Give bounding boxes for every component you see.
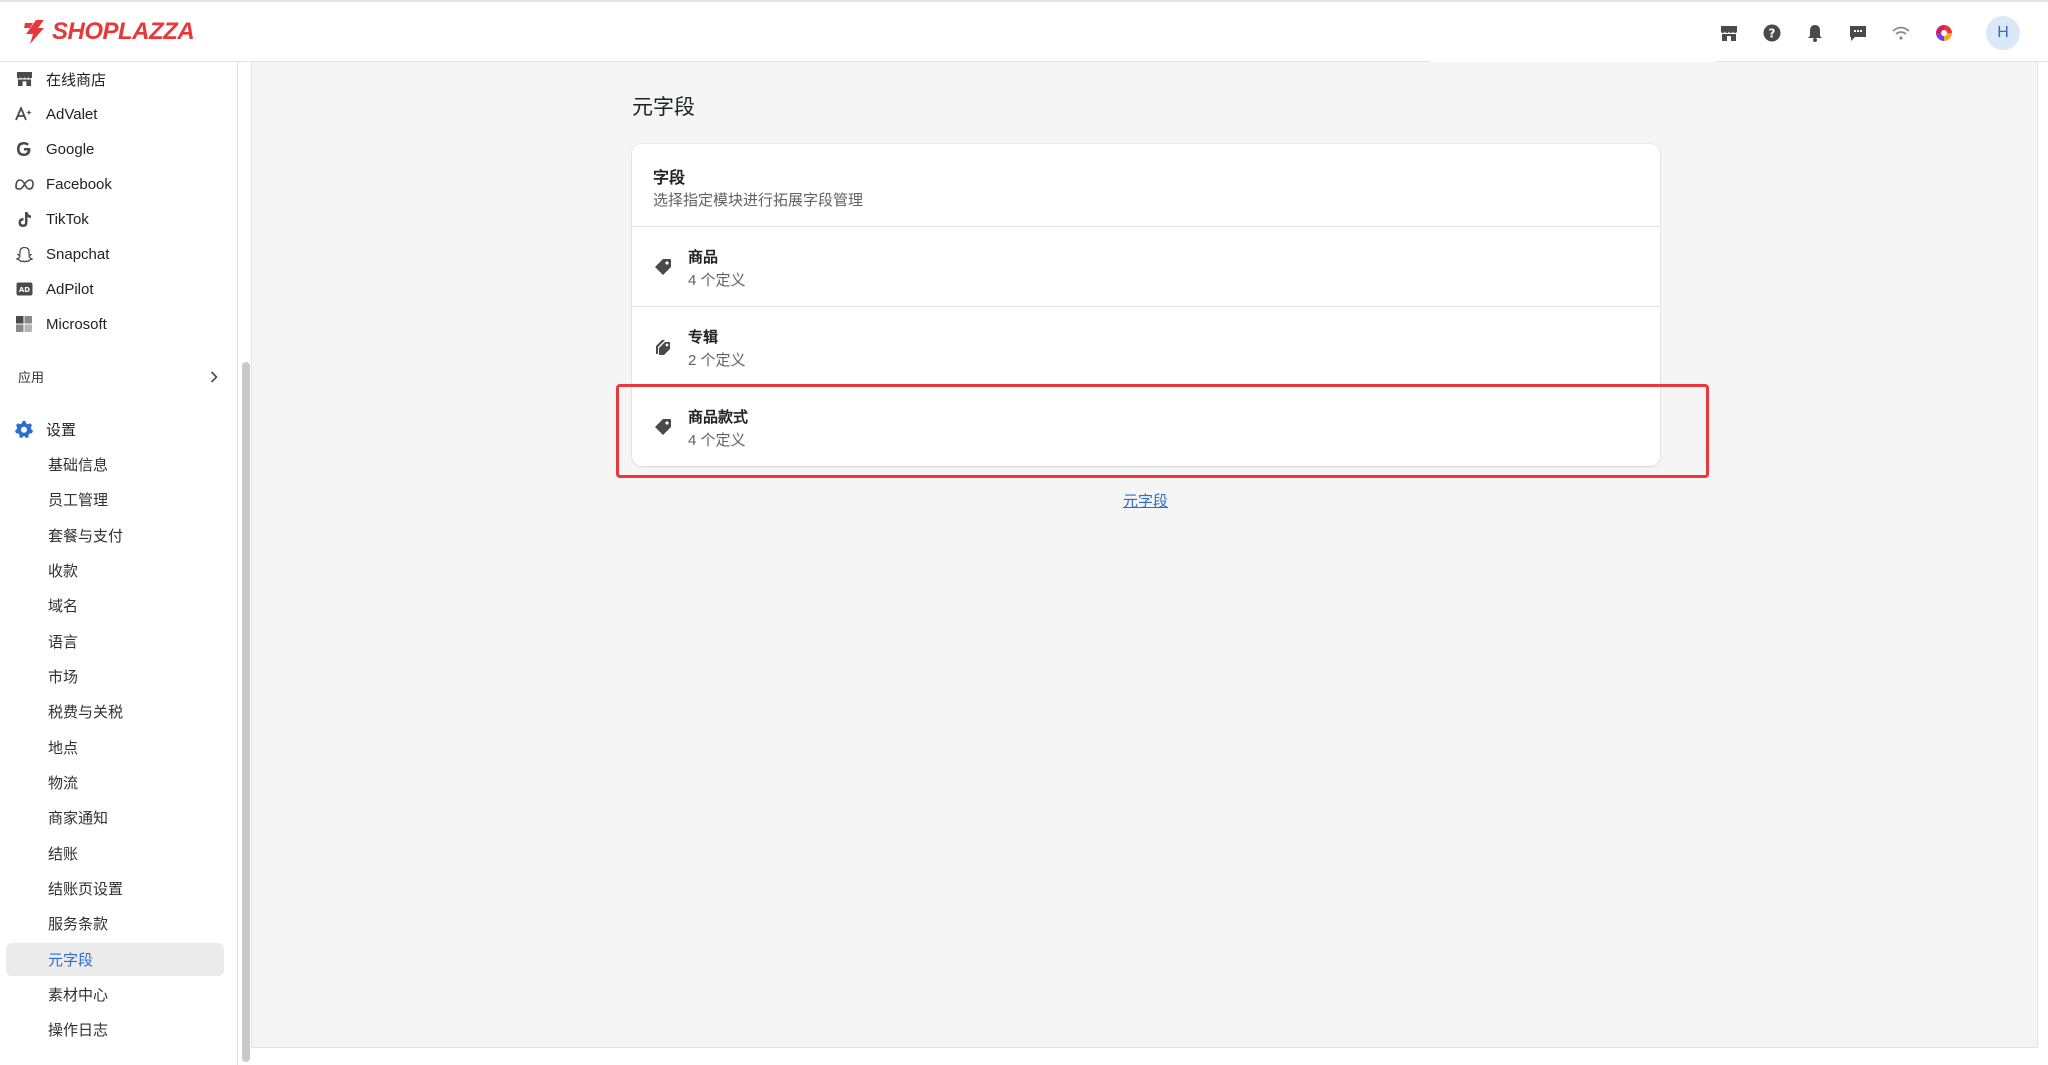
- settings-item-plan-billing[interactable]: 套餐与支付: [48, 525, 123, 546]
- settings-item-metafields[interactable]: 元字段: [48, 949, 93, 970]
- page-title: 元字段: [632, 96, 695, 119]
- settings-item-checkout-page[interactable]: 结账页设置: [48, 878, 123, 899]
- sidebar-item-label: Snapchat: [46, 245, 110, 263]
- tag-icon: [655, 259, 671, 275]
- settings-item-languages[interactable]: 语言: [48, 631, 78, 652]
- snapchat-icon: [14, 244, 34, 264]
- settings-item-taxes[interactable]: 税费与关税: [48, 701, 123, 722]
- sidebar-item-label: TikTok: [46, 210, 89, 228]
- settings-item-policies[interactable]: 服务条款: [48, 913, 108, 934]
- brand-logo[interactable]: SHOPLAZZA: [22, 18, 195, 46]
- sidebar-item-label: Microsoft: [46, 315, 107, 333]
- settings-item-staff[interactable]: 员工管理: [48, 489, 108, 510]
- settings-item-activity-log[interactable]: 操作日志: [48, 1019, 108, 1040]
- sidebar-item-adpilot[interactable]: AD AdPilot: [14, 276, 94, 302]
- top-bar-blank: [1430, 2, 1715, 64]
- wifi-icon[interactable]: [1890, 22, 1912, 44]
- sidebar-item-google[interactable]: Google: [14, 136, 94, 162]
- google-icon: [14, 139, 34, 159]
- row-title: 专辑: [688, 329, 719, 346]
- sidebar-item-label: 设置: [46, 421, 77, 439]
- top-bar-actions: ? H: [1718, 16, 2020, 50]
- brand-name: SHOPLAZZA: [52, 18, 195, 45]
- sidebar-item-tiktok[interactable]: TikTok: [14, 206, 89, 232]
- settings-item-checkout[interactable]: 结账: [48, 843, 78, 864]
- settings-item-notifications[interactable]: 商家通知: [48, 807, 108, 828]
- sidebar-item-facebook[interactable]: Facebook: [14, 171, 112, 197]
- metafield-row-products[interactable]: 商品 4 个定义: [632, 227, 1660, 307]
- settings-item-locations[interactable]: 地点: [48, 737, 78, 758]
- help-icon[interactable]: ?: [1761, 22, 1783, 44]
- apps-label: 应用: [18, 370, 45, 385]
- shoplazza-logo-icon: [24, 20, 44, 44]
- card-header: 字段 选择指定模块进行拓展字段管理: [632, 144, 1660, 227]
- sidebar-item-microsoft[interactable]: Microsoft: [14, 311, 107, 337]
- sidebar-item-settings[interactable]: 设置: [14, 416, 76, 442]
- sidebar-item-snapchat[interactable]: Snapchat: [14, 241, 109, 267]
- meta-icon: [14, 174, 34, 194]
- chat-icon[interactable]: [1847, 22, 1869, 44]
- sidebar-item-online-store[interactable]: 在线商店: [14, 66, 106, 92]
- color-wheel-icon[interactable]: [1933, 22, 1955, 44]
- sidebar-item-label: Facebook: [46, 175, 112, 193]
- highlight-box: [616, 384, 1709, 478]
- sidebar-item-label: AdValet: [46, 105, 98, 123]
- adpilot-icon: AD: [14, 279, 34, 299]
- store-icon[interactable]: [1718, 22, 1740, 44]
- settings-item-files[interactable]: 素材中心: [48, 984, 108, 1005]
- chevron-right-icon: [210, 370, 218, 383]
- settings-item-basic-info[interactable]: 基础信息: [48, 454, 108, 475]
- row-definition-count: 4 个定义: [688, 272, 746, 289]
- sidebar-item-label: AdPilot: [46, 280, 94, 298]
- sidebar-scrollbar[interactable]: [242, 362, 250, 1062]
- advalet-icon: [14, 104, 34, 124]
- card-subtitle: 选择指定模块进行拓展字段管理: [653, 192, 864, 209]
- sidebar-active-highlight: [6, 943, 224, 976]
- settings-item-markets[interactable]: 市场: [48, 666, 78, 687]
- settings-item-payments[interactable]: 收款: [48, 560, 78, 581]
- collection-tag-icon: [656, 340, 670, 355]
- gear-icon: [14, 419, 34, 439]
- sidebar-item-label: Google: [46, 140, 95, 158]
- settings-item-shipping[interactable]: 物流: [48, 772, 78, 793]
- microsoft-icon: [14, 314, 34, 334]
- metafields-help-link[interactable]: 元字段: [1123, 490, 1168, 511]
- svg-text:AD: AD: [18, 286, 29, 294]
- sidebar-item-advalet[interactable]: AdValet: [14, 101, 97, 127]
- svg-text:?: ?: [1769, 27, 1776, 41]
- row-definition-count: 2 个定义: [688, 352, 746, 369]
- settings-item-domains[interactable]: 域名: [48, 595, 78, 616]
- sidebar-item-label: 在线商店: [46, 71, 107, 89]
- store-icon: [14, 69, 34, 89]
- row-title: 商品: [688, 249, 719, 266]
- top-bar: SHOPLAZZA ? H: [0, 0, 2048, 64]
- tiktok-icon: [14, 209, 34, 229]
- sidebar-apps-section[interactable]: 应用: [18, 367, 218, 386]
- bell-icon[interactable]: [1804, 22, 1826, 44]
- avatar[interactable]: H: [1986, 16, 2020, 50]
- card-title: 字段: [653, 170, 686, 187]
- metafield-row-collections[interactable]: 专辑 2 个定义: [632, 307, 1660, 387]
